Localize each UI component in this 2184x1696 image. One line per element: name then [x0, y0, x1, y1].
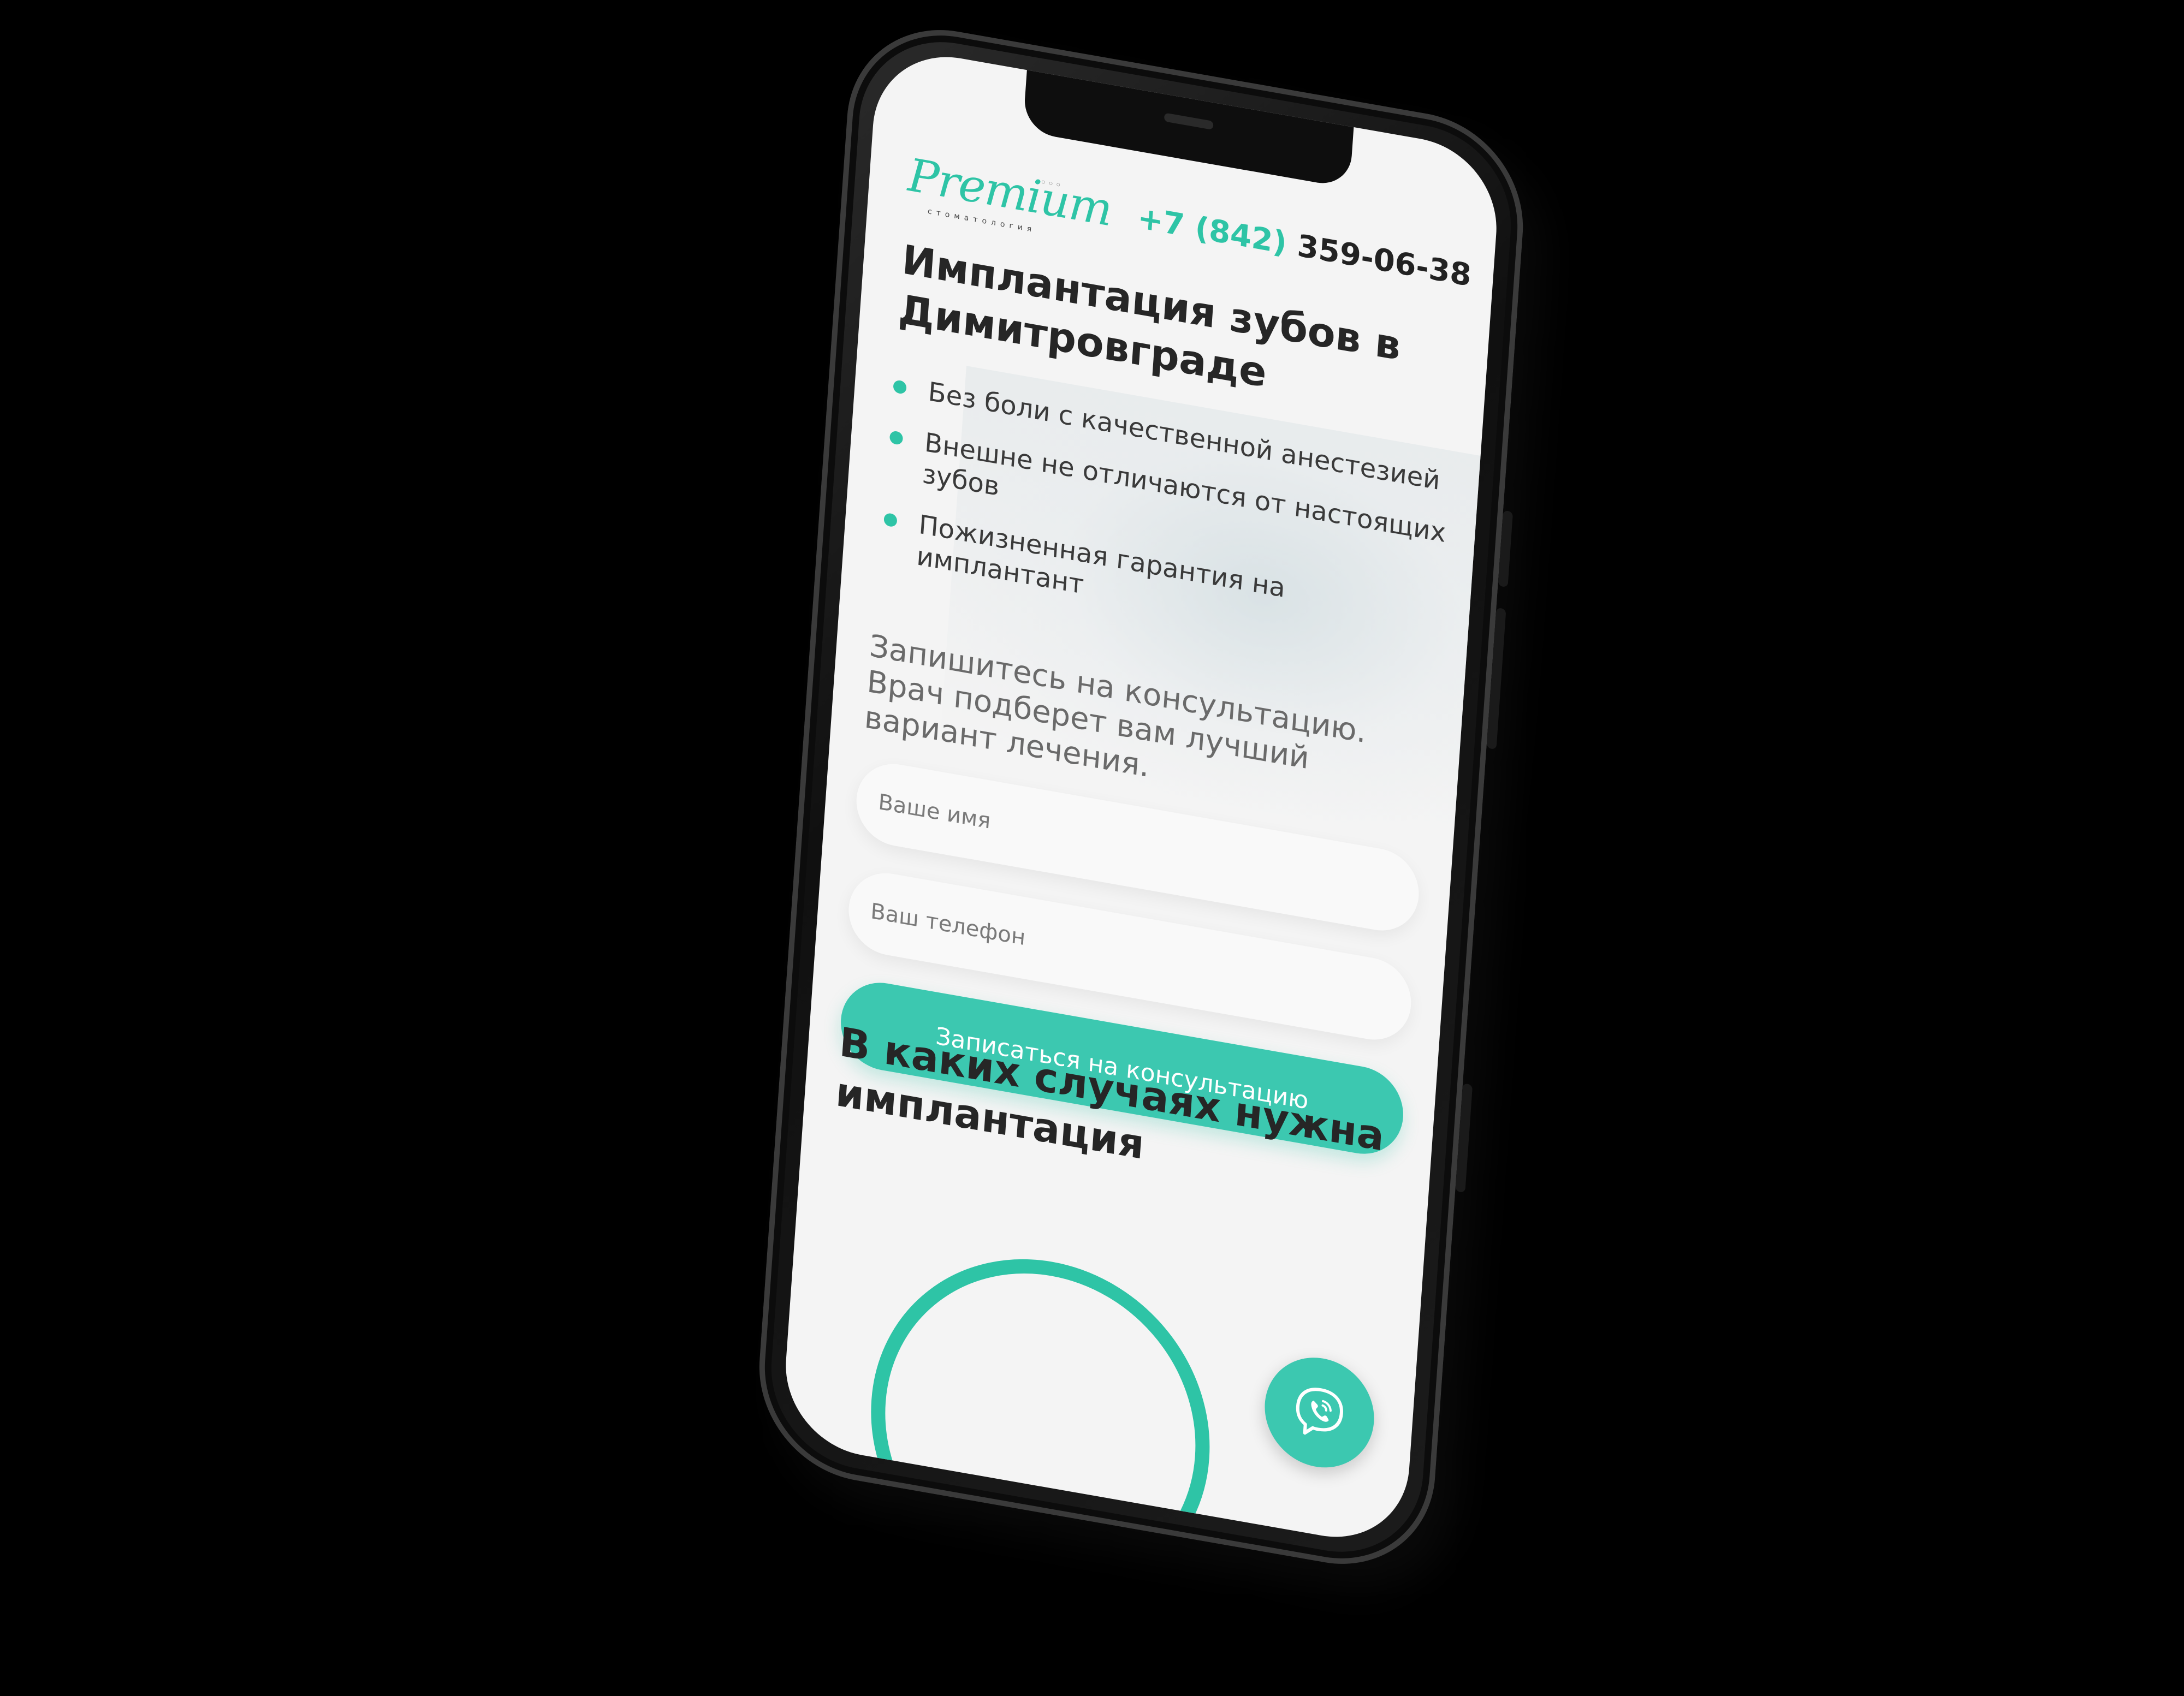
phone-code: +7 (842) — [1136, 200, 1288, 261]
side-button — [1486, 607, 1506, 750]
phone-link[interactable]: +7 (842) 359-06-38 — [1136, 200, 1472, 294]
phone-screen: Premium ◦◦◦ стоматология +7 (842) 359-06… — [780, 44, 1502, 1550]
phone-frame: Premium ◦◦◦ стоматология +7 (842) 359-06… — [752, 13, 1530, 1581]
hero-section: Имплантация зубов в Димитровграде Без бо… — [814, 228, 1489, 1161]
speaker-grille — [1164, 112, 1214, 130]
mockup-stage: Premium ◦◦◦ стоматология +7 (842) 359-06… — [0, 0, 2184, 1696]
viber-phone-icon — [1296, 1388, 1343, 1435]
dot-icon — [889, 430, 904, 446]
side-button — [1498, 510, 1514, 588]
dot-icon — [893, 379, 907, 395]
viber-call-button[interactable] — [1261, 1349, 1378, 1477]
dot-icon — [883, 512, 898, 528]
logo[interactable]: Premium ◦◦◦ стоматология — [905, 148, 1113, 241]
phone-number-rest: 359-06-38 — [1285, 226, 1473, 294]
notch — [1022, 69, 1354, 188]
side-button — [1455, 1083, 1473, 1193]
decorative-ring — [859, 1232, 1221, 1550]
